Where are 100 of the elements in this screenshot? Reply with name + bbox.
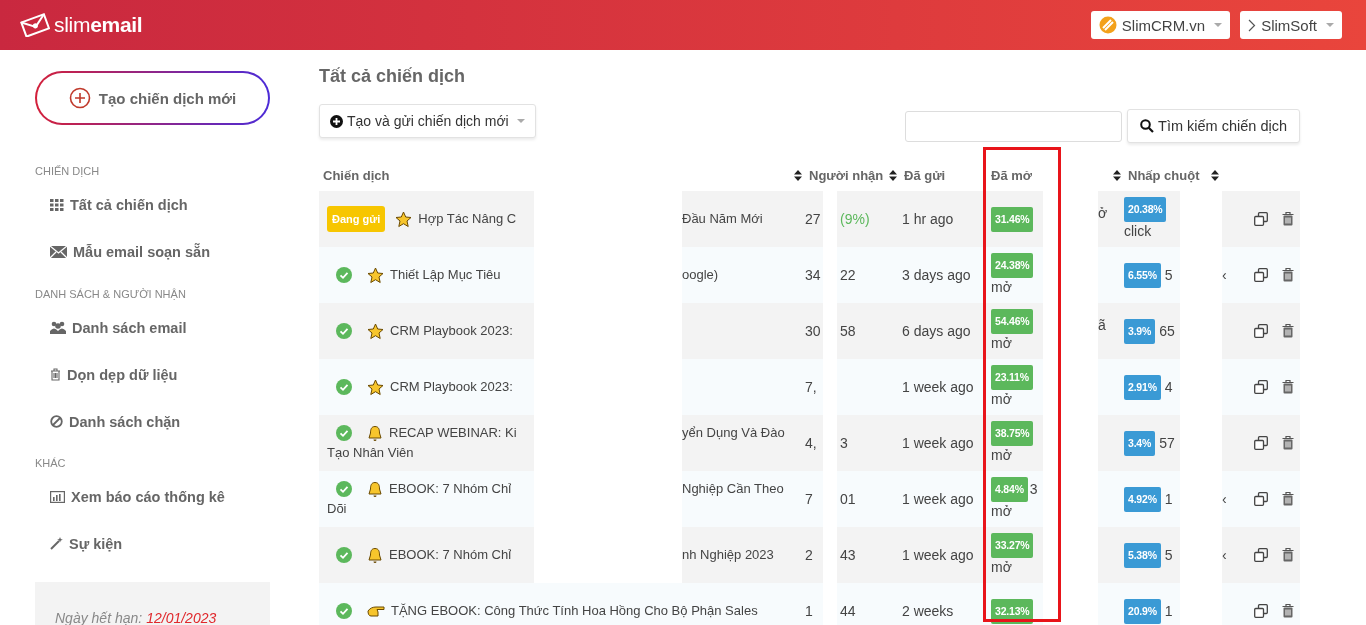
click-rate-badge: 3.4% <box>1124 430 1156 456</box>
create-send-button[interactable]: Tạo và gửi chiến dịch mới <box>319 104 536 138</box>
search-icon <box>1140 118 1155 133</box>
column-header[interactable]: Nhấp chuột <box>1128 168 1200 183</box>
click-count: 5 <box>1164 265 1173 285</box>
search-field[interactable] <box>905 110 1123 142</box>
header-menu-button[interactable]: SlimCRM.vn <box>1090 11 1231 39</box>
recipient-count: 3 <box>840 435 848 451</box>
sidebar-item[interactable]: Danh sách chặn <box>35 398 300 445</box>
delete-button[interactable] <box>1282 268 1294 282</box>
recipient-count: 7 <box>805 491 813 507</box>
expiry-date: 12/01/2023 <box>146 610 217 625</box>
copy-button[interactable] <box>1254 324 1268 338</box>
campaign-name: yển Dụng Và Đào <box>682 425 785 440</box>
truncated-text: ‹ <box>1222 267 1227 283</box>
recipient-count: 27 <box>805 211 821 227</box>
logo-icon <box>1098 16 1117 34</box>
copy-button[interactable] <box>1254 492 1268 506</box>
column-header[interactable]: Người nhận <box>809 168 884 183</box>
check-circle-icon <box>336 323 352 339</box>
delete-button[interactable] <box>1282 548 1294 562</box>
click-rate-badge: 20.9% <box>1124 598 1161 624</box>
delete-button[interactable] <box>1282 212 1294 226</box>
star-icon <box>367 266 384 284</box>
open-label: mở <box>991 447 1012 463</box>
delete-button[interactable] <box>1282 604 1294 618</box>
column-header[interactable]: Đã gửi <box>904 168 946 183</box>
trash-icon <box>1282 268 1294 282</box>
prohibited-icon <box>50 415 63 428</box>
open-label: ở <box>1098 205 1108 221</box>
check-circle-icon <box>336 603 352 619</box>
delete-button[interactable] <box>1282 380 1294 394</box>
click-rate-badge: 20.38% <box>1124 197 1167 222</box>
open-rate-badge: 54.46% <box>991 309 1034 334</box>
caret-icon <box>1214 22 1223 28</box>
recipient-count: 30 <box>805 323 821 339</box>
delete-button[interactable] <box>1282 436 1294 450</box>
open-label: mở <box>991 391 1012 407</box>
delete-button[interactable] <box>1282 324 1294 338</box>
open-rate-badge: 38.75% <box>991 421 1034 446</box>
sent-time: 1 week ago <box>902 435 974 451</box>
column-header[interactable]: Chiến dịch <box>323 168 390 183</box>
logo-envelope-icon <box>20 13 50 37</box>
open-rate-badge: 32.13% <box>991 598 1034 624</box>
recipient-count: 01 <box>840 491 856 507</box>
campaign-name: Thiết Lập Mục Tiêu <box>390 266 501 284</box>
sidebar-item[interactable]: Tất cả chiến dịch <box>35 181 300 228</box>
open-label: mở <box>991 335 1012 351</box>
recipient-count: 2 <box>805 547 813 563</box>
open-label: mở <box>991 279 1012 295</box>
sidebar-item[interactable]: Mẫu email soạn sẵn <box>35 228 300 275</box>
envelope-icon <box>50 245 67 258</box>
copy-icon <box>1254 436 1268 450</box>
copy-icon <box>1254 268 1268 282</box>
check-circle-icon <box>336 379 352 395</box>
trash-icon <box>1282 324 1294 338</box>
copy-icon <box>1254 604 1268 618</box>
bell-icon <box>367 424 383 442</box>
copy-icon <box>1254 380 1268 394</box>
sent-time: 1 week ago <box>902 379 974 395</box>
sort-icon <box>1211 170 1219 181</box>
campaign-name: Đầu Năm Mới <box>682 211 763 226</box>
copy-button[interactable] <box>1254 212 1268 226</box>
star-icon <box>395 210 413 228</box>
trash-icon <box>1282 492 1294 506</box>
bar-chart-icon <box>50 490 65 503</box>
sidebar-item[interactable]: Danh sách email <box>35 304 300 351</box>
open-label: ã <box>1098 317 1106 333</box>
grid-icon <box>50 198 64 211</box>
click-count: 65 <box>1159 321 1175 341</box>
delete-button[interactable] <box>1282 492 1294 506</box>
copy-button[interactable] <box>1254 380 1268 394</box>
click-rate-badge: 2.91% <box>1124 374 1161 400</box>
sidebar-item[interactable]: Dọn dẹp dữ liệu <box>35 351 300 398</box>
sidebar-item[interactable]: Xem báo cáo thống kê <box>35 473 300 520</box>
trash-icon <box>1282 380 1294 394</box>
search-button[interactable]: Tìm kiếm chiến dịch <box>1127 108 1300 143</box>
sent-time: 2 weeks <box>902 603 954 619</box>
pointing-hand-icon <box>367 604 385 618</box>
truncated-text: ‹ <box>1222 547 1227 563</box>
column-header[interactable]: Đã mở <box>991 168 1033 183</box>
recipient-count: 58 <box>840 323 856 339</box>
copy-button[interactable] <box>1254 548 1268 562</box>
header-menu-button[interactable]: SlimSoft <box>1240 11 1342 39</box>
campaign-name: EBOOK: 7 Nhóm Chỉ <box>389 546 512 564</box>
new-campaign-button[interactable]: Tạo chiến dịch mới <box>35 71 270 125</box>
sidebar-item[interactable]: Sự kiện <box>35 520 300 567</box>
campaign-name: Dõi <box>327 500 348 518</box>
copy-button[interactable] <box>1254 604 1268 618</box>
plus-circle-icon <box>330 114 343 128</box>
trash-icon <box>50 368 61 381</box>
campaign-name: CRM Playbook 2023: <box>390 322 513 340</box>
recipient-count: 44 <box>840 603 856 619</box>
copy-icon <box>1254 324 1268 338</box>
open-rate-badge: 31.46% <box>991 206 1034 232</box>
copy-icon <box>1254 492 1268 506</box>
campaign-name: EBOOK: 7 Nhóm Chỉ <box>389 480 512 498</box>
copy-button[interactable] <box>1254 268 1268 282</box>
campaign-name: oogle) <box>682 267 719 282</box>
copy-button[interactable] <box>1254 436 1268 450</box>
